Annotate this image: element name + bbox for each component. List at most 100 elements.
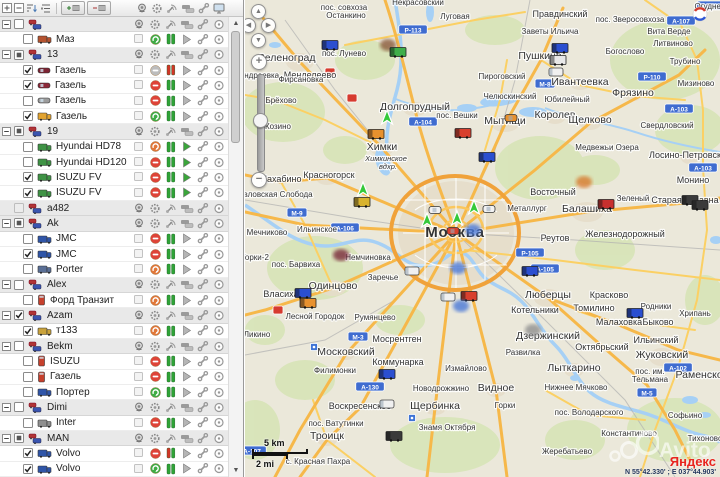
mini-checkbox[interactable] — [131, 356, 147, 366]
camera-icon[interactable] — [131, 341, 147, 352]
mini-checkbox[interactable] — [131, 187, 147, 198]
motion-state-icon[interactable] — [147, 325, 163, 336]
vehicle-truck-marker[interactable] — [299, 298, 317, 309]
unit-checkbox[interactable] — [23, 295, 33, 306]
wrench-icon[interactable] — [195, 386, 211, 398]
camera-icon[interactable] — [131, 402, 147, 413]
collapse-group-icon[interactable] — [2, 280, 11, 290]
mini-checkbox[interactable] — [131, 111, 147, 121]
unit-checkbox[interactable] — [23, 80, 33, 91]
follow-unit-icon[interactable] — [179, 448, 195, 459]
target-icon[interactable] — [211, 295, 227, 306]
unit-row[interactable]: ISUZU FV — [0, 185, 229, 201]
target-icon[interactable] — [211, 463, 227, 474]
vehicle-car-marker[interactable] — [482, 205, 496, 213]
target-icon[interactable] — [211, 310, 227, 321]
mini-checkbox[interactable] — [131, 325, 147, 336]
convoy-icon[interactable] — [179, 433, 195, 444]
unit-row[interactable]: Inter — [0, 415, 229, 431]
target-icon[interactable] — [211, 356, 227, 367]
wrench-icon[interactable] — [195, 233, 211, 244]
target-icon[interactable] — [211, 65, 227, 76]
wrench-icon[interactable] — [195, 64, 211, 76]
engine-icon[interactable] — [151, 2, 163, 15]
mini-checkbox[interactable] — [131, 417, 147, 428]
signal-bars-icon[interactable] — [163, 386, 179, 398]
motion-state-icon[interactable] — [147, 386, 163, 398]
signal-bars-icon[interactable] — [163, 325, 179, 337]
engine-icon[interactable] — [147, 341, 163, 352]
vehicle-truck-marker[interactable] — [385, 431, 403, 442]
vehicle-truck-marker[interactable] — [454, 128, 472, 139]
vehicle-truck-marker[interactable] — [321, 40, 339, 51]
vehicle-truck-marker[interactable] — [294, 288, 312, 299]
satellite-icon[interactable] — [163, 310, 179, 321]
wrench-icon[interactable] — [195, 217, 211, 229]
blurred-unit-marker[interactable] — [450, 262, 466, 274]
pan-down-button[interactable]: ▼ — [251, 33, 266, 48]
blurred-unit-marker[interactable] — [465, 224, 481, 236]
wrench-icon[interactable] — [195, 432, 211, 444]
unit-checkbox[interactable] — [23, 325, 33, 336]
follow-unit-icon[interactable] — [179, 187, 195, 198]
vehicle-van-marker[interactable] — [379, 399, 395, 409]
convoy-icon[interactable] — [179, 218, 195, 229]
map-canvas[interactable]: Р-113 А-107 А-107 М-8 Р-110 А-103 А-104 М-9 А-10… — [245, 0, 720, 477]
group-checkbox[interactable] — [14, 203, 24, 214]
motion-state-icon[interactable] — [147, 448, 163, 459]
motion-state-icon[interactable] — [147, 233, 163, 244]
target-icon[interactable] — [211, 264, 227, 275]
scroll-down-icon[interactable]: ▼ — [229, 464, 243, 477]
engine-icon[interactable] — [147, 310, 163, 321]
camera-icon[interactable] — [131, 49, 147, 60]
wrench-icon[interactable] — [195, 325, 211, 336]
unit-row[interactable]: JMC — [0, 231, 229, 247]
satellite-icon[interactable] — [163, 279, 179, 290]
target-icon[interactable] — [211, 341, 227, 352]
yandex-logo[interactable]: Яндекс — [625, 455, 716, 468]
vehicle-van-marker[interactable] — [404, 266, 420, 276]
scrollbar-thumb[interactable] — [231, 31, 240, 143]
wrench-icon[interactable] — [195, 33, 211, 45]
satellite-icon[interactable] — [163, 402, 179, 413]
unit-checkbox[interactable] — [23, 34, 33, 45]
sort-az-icon[interactable] — [26, 2, 38, 15]
follow-unit-icon[interactable] — [179, 371, 195, 382]
wrench-icon[interactable] — [195, 110, 211, 122]
wrench-icon[interactable] — [195, 447, 211, 459]
motion-state-icon[interactable] — [147, 294, 163, 306]
group-row[interactable]: MAN — [0, 430, 229, 447]
unit-checkbox[interactable] — [23, 249, 33, 260]
target-icon[interactable] — [211, 371, 227, 382]
mini-checkbox[interactable] — [131, 80, 147, 90]
satellite-icon[interactable] — [166, 2, 178, 15]
group-checkbox[interactable] — [14, 402, 24, 413]
mini-checkbox[interactable] — [131, 233, 147, 244]
tree-view-icon[interactable] — [40, 2, 52, 15]
motion-state-icon[interactable] — [147, 187, 163, 198]
signal-bars-icon[interactable] — [163, 110, 179, 122]
motion-state-icon[interactable] — [147, 417, 163, 428]
group-row[interactable]: Azam — [0, 308, 229, 324]
vehicle-truck-marker[interactable] — [378, 369, 396, 380]
follow-unit-icon[interactable] — [179, 325, 195, 336]
wrench-icon[interactable] — [195, 141, 211, 152]
target-icon[interactable] — [211, 249, 227, 260]
satellite-icon[interactable] — [163, 19, 179, 30]
collapse-group-icon[interactable] — [2, 19, 11, 29]
motion-state-icon[interactable] — [147, 248, 163, 260]
unit-row[interactable]: Hyundai HD78 — [0, 139, 229, 155]
mini-checkbox[interactable] — [131, 387, 147, 397]
engine-icon[interactable] — [147, 126, 163, 137]
follow-unit-icon[interactable] — [179, 249, 195, 260]
vehicle-van-marker[interactable] — [440, 292, 456, 302]
mini-checkbox[interactable] — [131, 463, 147, 474]
unit-row[interactable]: Форд Транзит — [0, 292, 229, 309]
unit-checkbox[interactable] — [23, 264, 33, 275]
motion-state-icon[interactable] — [147, 64, 163, 76]
follow-unit-icon[interactable] — [179, 417, 195, 428]
vehicle-truck-marker[interactable] — [551, 43, 569, 54]
unit-checkbox[interactable] — [23, 448, 33, 459]
target-icon[interactable] — [211, 417, 227, 428]
select-all-button[interactable] — [61, 1, 85, 15]
